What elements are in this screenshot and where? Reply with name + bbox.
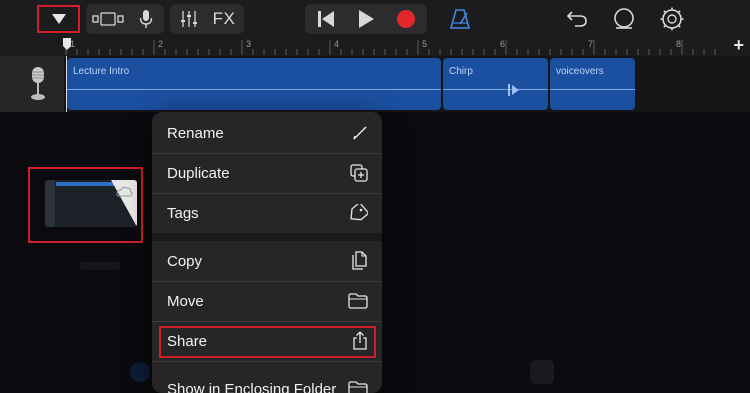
sliders-icon [181,11,197,27]
tag-icon [350,204,368,221]
region-label: Lecture Intro [73,66,130,77]
add-section-button[interactable]: + [733,35,744,56]
browser-menu-highlight [37,5,80,33]
ruler-mark: 8 [676,39,682,49]
menu-item-show-in-enclosing-folder[interactable]: Show in Enclosing Folder [152,369,382,393]
audio-blip-icon [508,84,519,96]
track-header[interactable] [0,56,64,112]
ruler-mark: 5 [422,39,428,49]
play-icon [359,10,374,28]
menu-item-move[interactable]: Move [152,281,382,321]
record-icon [397,10,415,28]
transport-group [305,4,427,34]
region-lecture-intro[interactable]: Lecture Intro [67,58,441,110]
metronome-icon [449,9,471,29]
menu-item-copy[interactable]: Copy [152,241,382,281]
loop-browser-button[interactable] [608,4,640,34]
region-waveform [550,89,635,90]
menu-item-label: Rename [167,124,224,142]
blurred-button [530,360,554,384]
region-label: Chirp [449,66,473,77]
track-row: Lecture Intro Chirp voiceovers [0,56,750,112]
metronome-button[interactable] [444,4,476,34]
pencil-icon [353,126,367,140]
microphone-instrument-icon [31,67,45,100]
mixer-group: FX [170,4,244,34]
blurred-button [130,362,150,382]
menu-item-label: Duplicate [167,164,230,182]
region-voiceovers[interactable]: voiceovers [550,58,635,110]
menu-separator [152,361,382,362]
instrument-button[interactable] [132,4,160,34]
microphone-icon [139,10,153,28]
settings-button[interactable] [656,4,688,34]
go-to-beginning-button[interactable] [307,4,345,34]
play-button[interactable] [347,4,385,34]
region-waveform [67,89,441,90]
folder-icon [348,381,368,393]
duplicate-icon [350,164,368,182]
undo-icon [566,11,587,27]
fx-button[interactable]: FX [208,4,240,34]
ruler-mark: 6 [500,39,506,49]
skip-back-icon [318,11,334,27]
region-label: voiceovers [556,66,604,77]
folder-icon [348,293,368,309]
menu-item-label: Copy [167,252,203,270]
record-button[interactable] [387,4,425,34]
view-group [86,4,164,34]
timeline-ruler[interactable]: 1 2 3 4 5 6 7 8 + [0,35,750,57]
blurred-label [80,262,120,270]
project-thumbnail-highlight [28,167,143,243]
playhead[interactable] [62,38,72,56]
ruler-mark: 7 [588,39,594,49]
ruler-mark: 4 [334,39,340,49]
loop-icon [614,8,634,29]
region-waveform [443,89,548,90]
control-bar: FX [0,0,750,38]
ruler-mark: 2 [158,39,164,49]
share-highlight [159,326,376,358]
copy-icon [352,251,367,270]
ruler-mark: 3 [246,39,252,49]
mixer-button[interactable] [174,4,204,34]
region-chirp[interactable]: Chirp [443,58,548,110]
tracks-view-icon [92,12,124,26]
menu-item-label: Move [167,292,204,310]
menu-item-label: Tags [167,204,199,222]
menu-item-label: Show in Enclosing Folder [167,380,337,393]
menu-group-gap [152,233,382,241]
menu-item-rename[interactable]: Rename [152,113,382,153]
undo-button[interactable] [562,4,592,34]
ruler-ticks [65,40,716,55]
tracks-view-button[interactable] [90,4,126,34]
gear-icon [660,7,684,31]
menu-item-tags[interactable]: Tags [152,193,382,233]
menu-item-duplicate[interactable]: Duplicate [152,153,382,193]
